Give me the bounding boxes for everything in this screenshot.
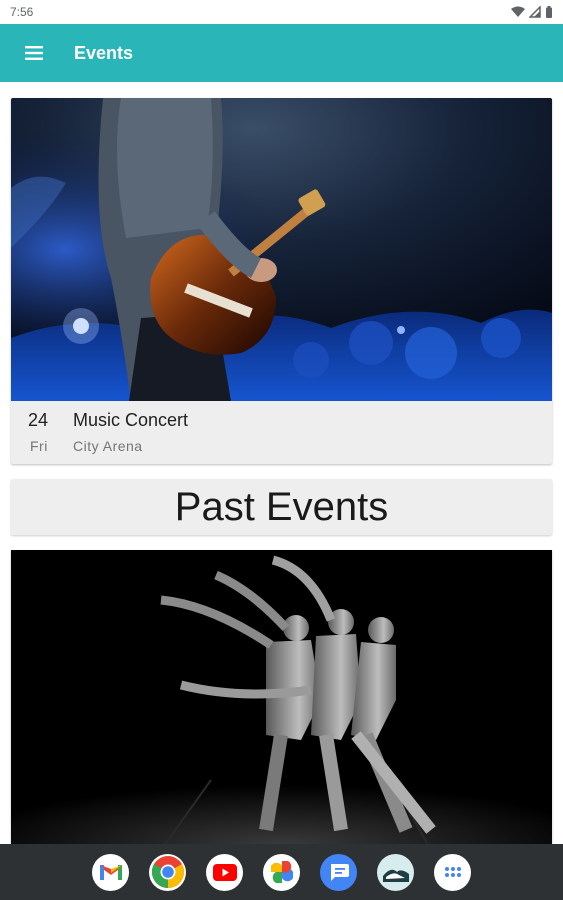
event-image xyxy=(11,98,552,401)
event-info: 24 Fri Music Concert City Arena xyxy=(11,401,552,464)
past-events-heading: Past Events xyxy=(11,479,552,535)
messages-icon[interactable] xyxy=(320,853,357,891)
hamburger-menu-icon xyxy=(25,46,43,60)
menu-button[interactable] xyxy=(0,24,70,82)
past-event-card[interactable] xyxy=(11,550,552,844)
page-title: Events xyxy=(74,42,134,63)
event-weekday: Fri xyxy=(30,438,48,454)
gmail-icon[interactable] xyxy=(92,853,129,891)
event-title: Music Concert xyxy=(73,410,189,430)
status-time: 7:56 xyxy=(10,5,34,19)
event-day: 24 xyxy=(28,410,49,430)
event-card[interactable]: 24 Fri Music Concert City Arena xyxy=(11,98,552,464)
app-drawer-icon[interactable] xyxy=(434,853,471,891)
status-icons xyxy=(511,6,553,18)
battery-icon xyxy=(546,6,552,18)
event-venue: City Arena xyxy=(73,438,143,454)
past-event-image xyxy=(11,550,552,844)
wifi-icon xyxy=(511,6,525,17)
app-dock xyxy=(0,844,563,900)
status-bar: 7:56 xyxy=(0,0,563,24)
app-bar: Events xyxy=(0,24,563,82)
chrome-icon[interactable] xyxy=(149,853,186,891)
gallery-icon[interactable] xyxy=(377,853,414,891)
event-list[interactable]: 24 Fri Music Concert City Arena Past Eve… xyxy=(0,82,563,844)
photos-icon[interactable] xyxy=(263,853,300,891)
youtube-icon[interactable] xyxy=(206,853,243,891)
signal-icon xyxy=(529,6,541,18)
